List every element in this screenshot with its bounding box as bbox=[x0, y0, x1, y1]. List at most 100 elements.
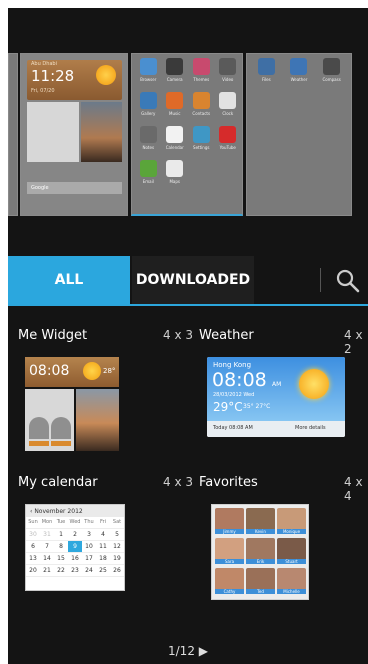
calendar-day[interactable]: 15 bbox=[54, 553, 68, 565]
calendar-day[interactable]: 9 bbox=[68, 541, 82, 553]
app-label: Compass bbox=[322, 77, 341, 82]
app-icon-maps[interactable]: Maps bbox=[163, 160, 188, 190]
calendar-day[interactable]: 7 bbox=[40, 541, 54, 553]
calendar-day[interactable]: 17 bbox=[82, 553, 96, 565]
widget-thumb-me-widget[interactable]: 08:08 28° bbox=[25, 357, 119, 451]
home-screen-preview-right[interactable]: Files Weather Compass bbox=[246, 53, 352, 216]
calendar-day[interactable]: 3 bbox=[82, 529, 96, 541]
home-screen-preview-left[interactable] bbox=[8, 53, 18, 216]
person-icon bbox=[29, 417, 49, 439]
calendar-day[interactable]: 10 bbox=[82, 541, 96, 553]
app-icon-contacts[interactable]: Contacts bbox=[189, 92, 214, 122]
search-button[interactable] bbox=[333, 266, 363, 296]
app-icon-browser[interactable]: Browser bbox=[136, 58, 161, 88]
app-icon-gallery[interactable]: Gallery bbox=[136, 92, 161, 122]
sun-icon bbox=[299, 369, 329, 399]
app-label: Music bbox=[169, 111, 181, 116]
calendar-day[interactable]: 2 bbox=[68, 529, 82, 541]
weather-updated: Today 08:08 AM bbox=[213, 425, 253, 431]
mini-search-bar: Google bbox=[27, 182, 122, 194]
home-screen-preview-apps[interactable]: Browser Camera Themes Video Gallery Music Cont… bbox=[131, 53, 243, 216]
weather-temp: 29°C bbox=[213, 400, 243, 414]
calendar-day[interactable]: 26 bbox=[110, 565, 124, 577]
app-label: Gallery bbox=[141, 111, 156, 116]
app-icon-video[interactable]: Video bbox=[216, 58, 241, 88]
files-icon bbox=[257, 58, 275, 75]
calendar-header: ‹ November 2012 bbox=[26, 505, 124, 517]
calendar-day[interactable]: 14 bbox=[40, 553, 54, 565]
app-label: Settings bbox=[193, 145, 210, 150]
me-widget-time: 08:08 bbox=[29, 363, 70, 379]
calendar-day[interactable]: 20 bbox=[26, 565, 40, 577]
app-icon-clock[interactable]: Clock bbox=[216, 92, 241, 122]
app-icon-calendar[interactable]: Calendar bbox=[163, 126, 188, 156]
calendar-day[interactable]: 22 bbox=[54, 565, 68, 577]
calendar-weekday: Sat bbox=[110, 517, 124, 529]
calendar-day[interactable]: 11 bbox=[96, 541, 110, 553]
settings-icon bbox=[192, 126, 210, 143]
calendar-day[interactable]: 23 bbox=[68, 565, 82, 577]
calendar-day[interactable]: 16 bbox=[68, 553, 82, 565]
app-label: Video bbox=[222, 77, 234, 82]
me-widget-temp: 28° bbox=[103, 367, 116, 375]
app-grid: Browser Camera Themes Video Gallery Music Cont… bbox=[136, 58, 240, 190]
themes-icon bbox=[192, 58, 210, 75]
contact-name: Monique bbox=[277, 529, 306, 534]
tab-divider bbox=[320, 268, 321, 292]
app-icon-email[interactable]: Email bbox=[136, 160, 161, 190]
calendar-day[interactable]: 19 bbox=[110, 553, 124, 565]
widget-size-my-calendar: 4 x 3 bbox=[163, 475, 193, 489]
calendar-day[interactable]: 30 bbox=[26, 529, 40, 541]
calendar-day[interactable]: 25 bbox=[96, 565, 110, 577]
app-icon-settings[interactable]: Settings bbox=[189, 126, 214, 156]
contact-name: Stuart bbox=[277, 559, 306, 564]
app-icon-files[interactable]: Files bbox=[251, 58, 282, 88]
widget-thumb-favorites[interactable]: Jimmy Kevin Monique Sara Erik Stuart Cathy Ted M… bbox=[211, 504, 309, 600]
calendar-day[interactable]: 24 bbox=[82, 565, 96, 577]
weather-card: Hong Kong 08:08 AM 28/03/2012 Wed 29°C 3… bbox=[207, 357, 345, 437]
app-label: Notes bbox=[142, 145, 155, 150]
widget-thumb-my-calendar[interactable]: ‹ November 2012 Sun Mon Tue Wed Thu Fri Sat 30 3… bbox=[25, 504, 125, 591]
camera-icon bbox=[166, 58, 184, 75]
app-icon-youtube[interactable]: YouTube bbox=[216, 126, 241, 156]
sun-icon bbox=[96, 65, 116, 85]
app-icon-notes[interactable]: Notes bbox=[136, 126, 161, 156]
tab-downloaded[interactable]: DOWNLOADED bbox=[132, 256, 254, 304]
app-icon-camera[interactable]: Camera bbox=[163, 58, 188, 88]
calendar-day[interactable]: 18 bbox=[96, 553, 110, 565]
home-screen-preview-main[interactable]: Abu Dhabi 11:28 Fri, 07/20 Google bbox=[20, 53, 128, 216]
app-label: Calendar bbox=[165, 145, 184, 150]
mini-contacts-widget bbox=[27, 102, 79, 162]
weather-city: Hong Kong bbox=[213, 361, 252, 369]
app-label: Themes bbox=[193, 77, 210, 82]
mini-search-label: Google bbox=[31, 185, 49, 191]
widget-size-weather: 4 x 2 bbox=[344, 328, 363, 356]
app-icon-compass[interactable]: Compass bbox=[316, 58, 347, 88]
calendar-month: November 2012 bbox=[34, 507, 83, 515]
calendar-day[interactable]: 6 bbox=[26, 541, 40, 553]
youtube-icon bbox=[219, 126, 237, 143]
app-icon-themes[interactable]: Themes bbox=[189, 58, 214, 88]
calendar-day[interactable]: 21 bbox=[40, 565, 54, 577]
page-indicator[interactable]: 1/12 ▶ bbox=[8, 644, 368, 658]
app-icon-weather[interactable]: Weather bbox=[284, 58, 315, 88]
contact-label-bar bbox=[29, 441, 49, 446]
widget-size-favorites: 4 x 4 bbox=[344, 475, 363, 503]
weather-footer: Today 08:08 AM More details bbox=[207, 421, 345, 437]
calendar-weekday: Tue bbox=[54, 517, 68, 529]
calendar-day[interactable]: 4 bbox=[96, 529, 110, 541]
widget-thumb-weather[interactable]: Hong Kong 08:08 AM 28/03/2012 Wed 29°C 3… bbox=[207, 357, 345, 437]
app-icon-music[interactable]: Music bbox=[163, 92, 188, 122]
calendar-day[interactable]: 31 bbox=[40, 529, 54, 541]
calendar-day[interactable]: 8 bbox=[54, 541, 68, 553]
calendar-day[interactable]: 1 bbox=[54, 529, 68, 541]
calendar-day[interactable]: 13 bbox=[26, 553, 40, 565]
app-label: Weather bbox=[290, 77, 308, 82]
tab-all[interactable]: ALL bbox=[8, 256, 130, 304]
calendar-day[interactable]: 5 bbox=[110, 529, 124, 541]
calendar-day[interactable]: 12 bbox=[110, 541, 124, 553]
widget-tab-bar: ALL DOWNLOADED bbox=[8, 256, 368, 306]
app-label: Browser bbox=[140, 77, 157, 82]
search-icon bbox=[336, 269, 360, 293]
notes-icon bbox=[139, 126, 157, 143]
